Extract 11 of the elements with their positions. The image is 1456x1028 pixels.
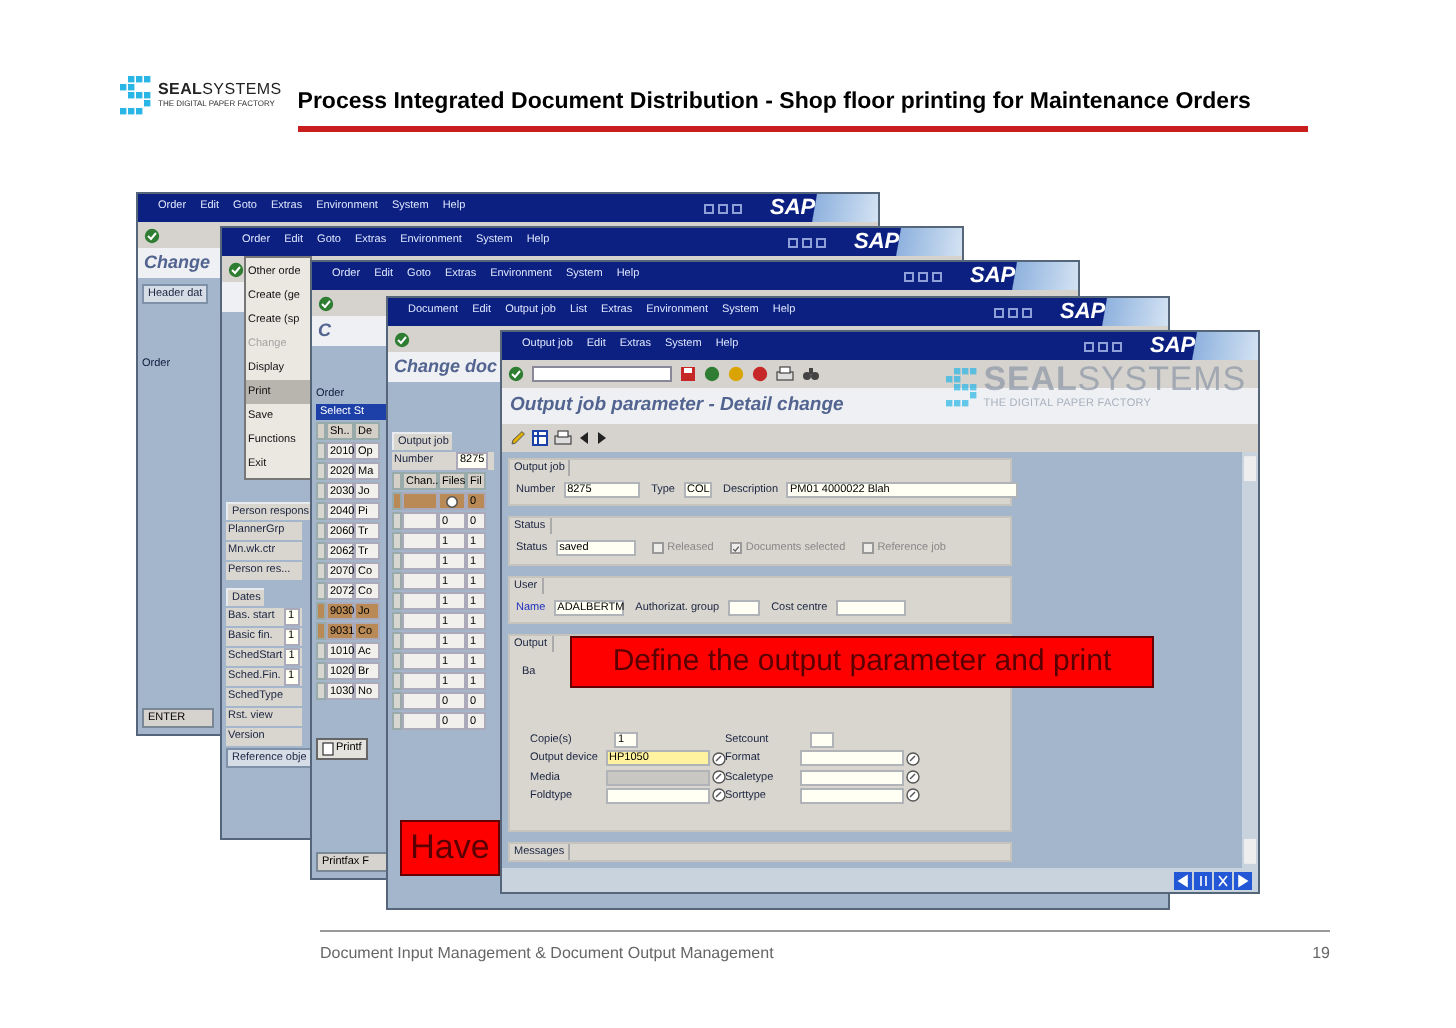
company-logo: SEALSYSTEMS — [158, 82, 282, 98]
slide-title: Process Integrated Document Distribution - Shop floor printing for Maintenance Orders — [297, 90, 1251, 114]
window-title: Change — [144, 249, 211, 276]
window-title: Change doc — [394, 353, 498, 380]
slide-footer: Document Input Management & Document Output Management — [320, 942, 774, 966]
window-title: Output job parameter - Detail change — [510, 391, 844, 420]
window-title: C — [318, 317, 331, 344]
callout: Define the output parameter and print — [570, 636, 1154, 688]
callout: Have — [400, 820, 500, 876]
page-number: 19 — [1312, 942, 1330, 966]
company-logo: SEALSYSTEMS — [983, 362, 1246, 396]
